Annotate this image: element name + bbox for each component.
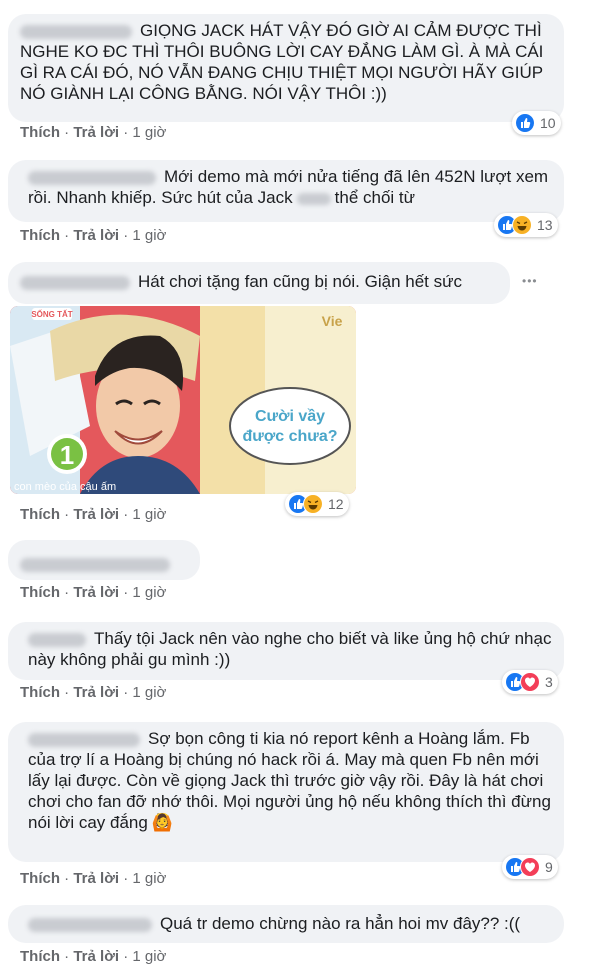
reaction-count: 9 (545, 859, 553, 875)
reaction-count: 12 (328, 496, 344, 512)
haha-reaction-icon (303, 494, 323, 514)
like-button[interactable]: Thích (20, 870, 60, 887)
reaction-count: 10 (540, 115, 556, 131)
comment-text-tail: thể chối từ (334, 188, 416, 207)
like-button[interactable]: Thích (20, 506, 60, 523)
comment-bubble-3: Hát chơi tặng fan cũng bị nói. Giận hết … (8, 262, 510, 304)
timestamp[interactable]: 1 giờ (132, 506, 166, 523)
sticker-bubble-line2: được chưa? (242, 428, 337, 445)
like-button[interactable]: Thích (20, 124, 60, 141)
reaction-summary-2[interactable]: 13 (494, 213, 558, 237)
comment-actions-4: Thích · Trả lời · 1 giờ (20, 506, 167, 523)
sticker-brand: Vie (322, 313, 343, 329)
comment-actions-5: Thích · Trả lời · 1 giờ (20, 584, 167, 601)
reply-button[interactable]: Trả lời (73, 684, 119, 701)
timestamp[interactable]: 1 giờ (132, 870, 166, 887)
sticker-bubble-line1: Cười vầy (255, 408, 325, 425)
comment-actions-6: Thích · Trả lời · 1 giờ (20, 684, 167, 701)
commenter-name-redacted[interactable] (20, 557, 170, 572)
comment-text: Hát chơi tặng fan cũng bị nói. Giận hết … (138, 272, 462, 291)
like-button[interactable]: Thích (20, 948, 60, 965)
commenter-name-redacted[interactable] (28, 632, 86, 647)
like-button[interactable]: Thích (20, 584, 60, 601)
like-reaction-icon (515, 113, 535, 133)
reply-button[interactable]: Trả lời (73, 227, 119, 244)
sticker-number: 1 (60, 440, 74, 470)
haha-reaction-icon (512, 215, 532, 235)
reaction-summary-1[interactable]: 10 (512, 111, 561, 135)
timestamp[interactable]: 1 giờ (132, 584, 166, 601)
reaction-summary-6[interactable]: 3 (502, 670, 558, 694)
comment-actions-8: Thích · Trả lời · 1 giờ (20, 948, 167, 965)
comment-bubble-8: Quá tr demo chừng nào ra hẳn hoi mv đây?… (8, 905, 564, 943)
redacted-word (296, 192, 331, 205)
comment-bubble-1: GIỌNG JACK HÁT VẬY ĐÓ GIỜ AI CẢM ĐƯỢC TH… (8, 14, 564, 122)
more-options-icon[interactable]: ••• (522, 274, 538, 288)
reply-button[interactable]: Trả lời (73, 506, 119, 523)
timestamp[interactable]: 1 giờ (132, 948, 166, 965)
reaction-summary-7[interactable]: 9 (502, 855, 558, 879)
sticker-image-graphic: 1 SỐNG TẤT Vie Cười vầy được chưa? con m… (10, 306, 356, 494)
reply-button[interactable]: Trả lời (73, 870, 119, 887)
commenter-name-redacted[interactable] (28, 917, 152, 932)
comment-actions-7: Thích · Trả lời · 1 giờ (20, 870, 167, 887)
comment-actions-2: Thích · Trả lời · 1 giờ (20, 227, 167, 244)
timestamp[interactable]: 1 giờ (132, 227, 166, 244)
reply-button[interactable]: Trả lời (73, 948, 119, 965)
reply-button[interactable]: Trả lời (73, 124, 119, 141)
commenter-name-redacted[interactable] (28, 732, 140, 747)
reaction-count: 13 (537, 217, 553, 233)
reply-button[interactable]: Trả lời (73, 584, 119, 601)
comment-image[interactable]: 1 SỐNG TẤT Vie Cười vầy được chưa? con m… (10, 306, 356, 494)
reaction-summary-4[interactable]: 12 (285, 492, 349, 516)
comment-text: Thấy tội Jack nên vào nghe cho biết và l… (28, 629, 552, 669)
commenter-name-redacted[interactable] (28, 170, 156, 185)
comment-bubble-6: Thấy tội Jack nên vào nghe cho biết và l… (8, 622, 564, 680)
like-button[interactable]: Thích (20, 227, 60, 244)
reaction-count: 3 (545, 674, 553, 690)
love-reaction-icon (520, 672, 540, 692)
comment-bubble-7: Sợ bọn công ti kia nó report kênh a Hoàn… (8, 722, 564, 862)
love-reaction-icon (520, 857, 540, 877)
timestamp[interactable]: 1 giờ (132, 684, 166, 701)
sticker-logo: SỐNG TẤT (31, 309, 72, 319)
comment-text: Quá tr demo chừng nào ra hẳn hoi mv đây?… (160, 914, 521, 933)
comment-actions-1: Thích · Trả lời · 1 giờ (20, 124, 167, 141)
like-button[interactable]: Thích (20, 684, 60, 701)
comment-bubble-5 (8, 540, 200, 580)
comment-bubble-2: Mới demo mà mới nửa tiếng đã lên 452N lư… (8, 160, 564, 222)
raising-hands-emoji-icon: 🙆 (151, 813, 174, 832)
timestamp[interactable]: 1 giờ (132, 124, 166, 141)
commenter-name-redacted[interactable] (20, 275, 130, 290)
sticker-caption: con mèo của cậu ấm (14, 481, 116, 493)
commenter-name-redacted[interactable] (20, 24, 132, 39)
